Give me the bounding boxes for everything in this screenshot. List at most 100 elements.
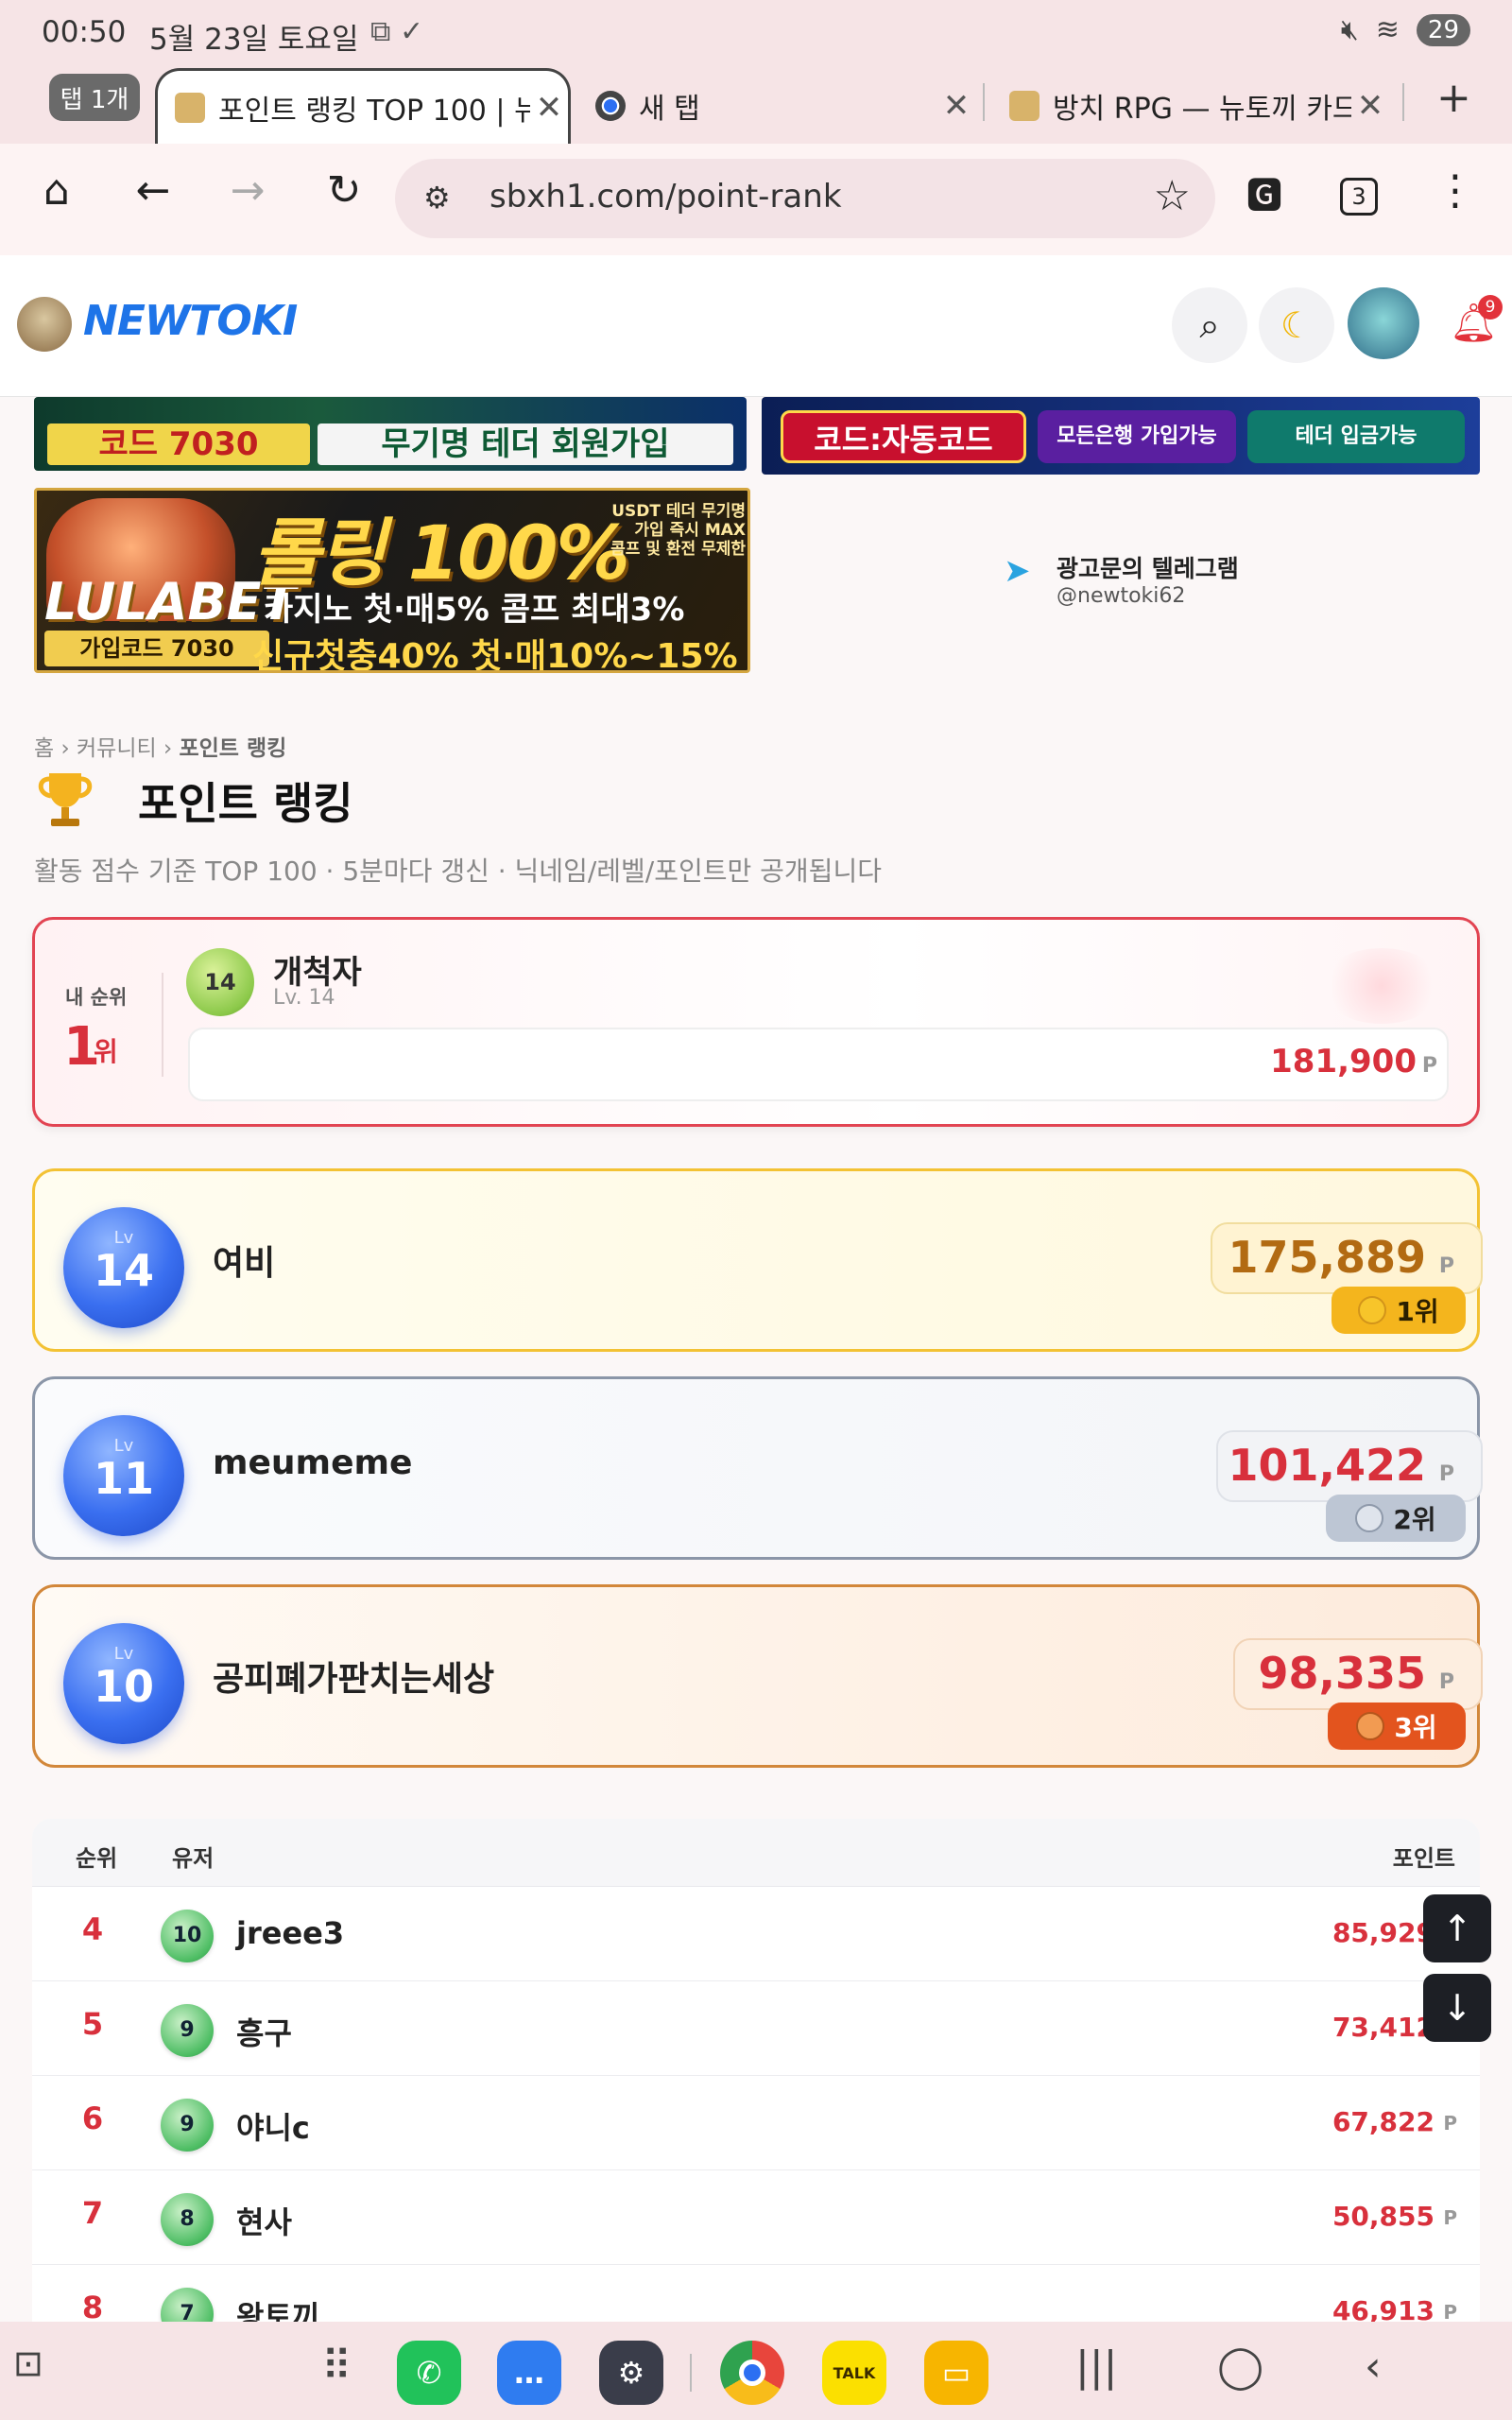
files-app-icon[interactable]: ▭ (924, 2341, 988, 2405)
status-time: 00:50 (42, 15, 127, 49)
logo-mascot[interactable] (17, 297, 72, 352)
home-icon[interactable]: ⌂ (28, 166, 85, 215)
my-rank-card: 내 순위 1 위 14 개척자 Lv. 14 181,900 P (32, 917, 1480, 1127)
site-settings-icon[interactable]: ⚙ (423, 180, 451, 216)
tab-idle-rpg[interactable]: 방치 RPG — 뉴토끼 카드 | ✕ (992, 68, 1389, 144)
my-points: 181,900 (1270, 1043, 1417, 1080)
reload-icon[interactable]: ↻ (316, 166, 372, 215)
breadcrumb: 홈 › 커뮤니티 › 포인트 랭킹 (34, 736, 287, 761)
level-badge: 14 (186, 948, 254, 1016)
nickname: 여비 (213, 1244, 276, 1283)
more-menu-icon[interactable]: ⋮ (1427, 166, 1484, 215)
screenshot-icon: ⧉ ✓ (370, 15, 424, 48)
my-level-text: Lv. 14 (273, 986, 335, 1010)
header-points: 포인트 (1392, 1845, 1455, 1872)
row-points: 73,412 (1332, 2012, 1435, 2043)
dark-mode-icon[interactable]: ☾ (1259, 287, 1334, 363)
table-row[interactable]: 4 10 jreee3 85,929 P (32, 1887, 1480, 1981)
url-text[interactable]: sbxh1.com/point-rank (490, 178, 842, 216)
messages-app-icon[interactable]: … (497, 2341, 561, 2405)
close-tab-icon[interactable]: ✕ (937, 87, 975, 125)
tab-divider (1402, 83, 1404, 121)
phone-app-icon[interactable]: ✆ (397, 2341, 461, 2405)
gold-medal-badge: 1위 (1332, 1287, 1466, 1334)
ranking-table: 순위 유저 포인트 4 10 jreee3 85,929 P 5 9 흥구 73… (32, 1819, 1480, 2386)
address-bar[interactable]: ⚙ sbxh1.com/point-rank ☆ (395, 159, 1215, 238)
breadcrumb-community[interactable]: 커뮤니티 (77, 736, 157, 761)
tab-title: 방치 RPG — 뉴토끼 카드 | (1053, 93, 1351, 126)
chrome-icon (595, 91, 626, 121)
points-unit: P (1443, 2301, 1457, 2324)
nickname: 공피폐가판치는세상 (213, 1660, 495, 1699)
dock-divider (690, 2354, 692, 2392)
tab-point-rank[interactable]: 포인트 랭킹 TOP 100 | 뉴토끼 ✕ (155, 68, 571, 144)
ad-usdt-line: USDT 테더 무기명 (611, 502, 746, 521)
translate-icon[interactable]: 🅶 (1236, 166, 1293, 218)
silver-medal-icon (1355, 1504, 1384, 1532)
back-icon[interactable]: ← (125, 166, 181, 215)
table-row[interactable]: 7 8 현사 50,855 P (32, 2170, 1480, 2265)
breadcrumb-current: 포인트 랭킹 (179, 736, 287, 761)
points-box: 175,889 P (1211, 1222, 1483, 1294)
level-badge: 9 (161, 2004, 214, 2057)
top-rank-card-3[interactable]: Lv 10 공피폐가판치는세상 98,335 P 3위 (32, 1584, 1483, 1768)
wifi-icon: ≋ (1375, 13, 1400, 46)
table-row[interactable]: 6 9 야니c 67,822 P (32, 2076, 1480, 2170)
battery-icon: 29 (1416, 13, 1470, 46)
row-rank: 5 (81, 2006, 104, 2042)
ad-code: 코드 7030 (47, 424, 310, 465)
close-tab-icon[interactable]: ✕ (530, 89, 568, 127)
row-rank: 7 (81, 2195, 104, 2231)
points-box: 98,335 P (1233, 1638, 1483, 1710)
row-nickname: 현사 (236, 2204, 292, 2240)
new-tab-icon[interactable]: + (1436, 74, 1471, 122)
tab-new-tab[interactable]: 새 탭 ✕ (578, 68, 975, 144)
ad-banner-2[interactable]: 코드:자동코드 모든은행 가입가능 테더 입금가능 (762, 397, 1480, 475)
points-unit: P (1438, 1670, 1454, 1694)
medal-label: 1위 (1396, 1296, 1439, 1327)
silver-medal-badge: 2위 (1326, 1495, 1466, 1542)
screen-assist-icon[interactable]: ⊡ (13, 2342, 43, 2384)
level-badge: 9 (161, 2099, 214, 2152)
settings-app-icon[interactable]: ⚙ (599, 2341, 663, 2405)
points-box: 101,422 P (1216, 1430, 1483, 1502)
breadcrumb-home[interactable]: 홈 (34, 736, 54, 761)
tab-group-button[interactable]: 탭 1개 (49, 74, 140, 121)
ad-code: 가입코드 7030 (44, 631, 269, 666)
top-rank-card-2[interactable]: Lv 11 meumeme 101,422 P 2위 (32, 1376, 1483, 1560)
tab-divider (983, 83, 985, 121)
search-icon[interactable]: ⌕ (1172, 287, 1247, 363)
ad-banner-1[interactable]: 코드 7030 무기명 테더 회원가입 (34, 397, 747, 471)
scroll-up-icon[interactable]: ↑ (1423, 1894, 1491, 1962)
telegram-ad-title[interactable]: 광고문의 텔레그램 (1057, 550, 1239, 584)
table-row[interactable]: 5 9 흥구 73,412 P (32, 1981, 1480, 2076)
points-value: 175,889 (1228, 1232, 1426, 1283)
forward-icon[interactable]: → (219, 166, 276, 215)
ad-banner-3[interactable]: LULABET 가입코드 7030 롤링 100% USDT 테더 무기명 가입… (34, 488, 750, 673)
status-bar: 00:50 5월 23일 토요일 ⧉ ✓ 🔇︎ ≋ 29 (0, 0, 1512, 68)
tab-title: 새 탭 (639, 93, 700, 126)
site-logo[interactable]: NEWTOKI (83, 297, 298, 345)
chrome-app-icon[interactable] (720, 2341, 784, 2405)
apps-grid-icon[interactable]: ⠿ (321, 2342, 352, 2391)
home-button-icon[interactable]: ◯ (1217, 2342, 1263, 2391)
user-avatar[interactable] (1348, 287, 1419, 359)
medal-label: 3위 (1394, 1712, 1437, 1743)
points-unit: P (1443, 2206, 1457, 2229)
tab-switcher-button[interactable]: 3 (1340, 178, 1378, 216)
bookmark-star-icon[interactable]: ☆ (1154, 172, 1191, 220)
table-header: 순위 유저 포인트 (32, 1819, 1480, 1887)
page-subtitle: 활동 점수 기준 TOP 100 · 5분마다 갱신 · 닉네임/레벨/포인트만… (34, 856, 882, 887)
close-tab-icon[interactable]: ✕ (1351, 87, 1389, 125)
nickname: meumeme (213, 1443, 413, 1482)
back-button-icon[interactable]: ‹ (1365, 2342, 1382, 2391)
top-rank-card-1[interactable]: Lv 14 여비 175,889 P 1위 (32, 1168, 1483, 1352)
row-rank: 6 (81, 2100, 104, 2136)
telegram-icon[interactable]: ➤ (1004, 552, 1031, 590)
recent-apps-icon[interactable]: ||| (1075, 2342, 1117, 2391)
ad-usdt-line: 가입 즉시 MAX (634, 521, 746, 540)
points-unit: P (1443, 2112, 1457, 2135)
scroll-down-icon[interactable]: ↓ (1423, 1974, 1491, 2042)
telegram-handle[interactable]: @newtoki62 (1057, 584, 1185, 608)
kakaotalk-app-icon[interactable]: TALK (822, 2341, 886, 2405)
